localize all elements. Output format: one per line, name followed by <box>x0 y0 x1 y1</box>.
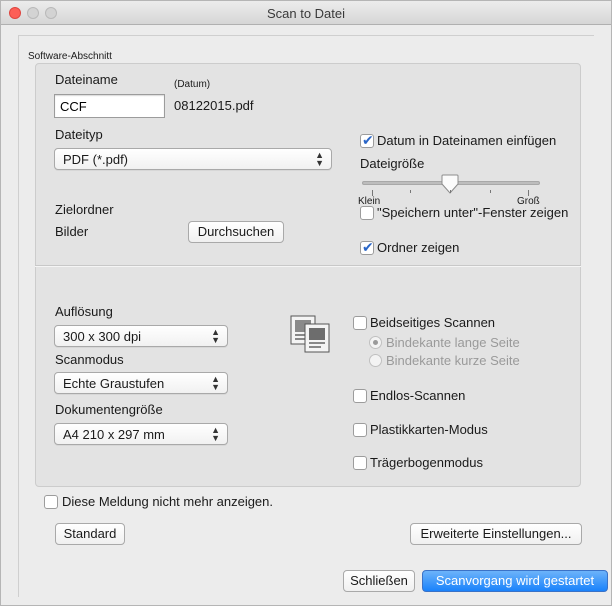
browse-button[interactable]: Durchsuchen <box>188 221 284 243</box>
plastic-card-label: Plastikkarten-Modus <box>370 422 488 437</box>
doc-size-label: Dokumentengröße <box>55 402 163 417</box>
destination-value: Bilder <box>55 224 89 239</box>
destination-label: Zielordner <box>55 202 114 217</box>
save-as-dialog-label: "Speichern unter"-Fenster zeigen <box>377 205 569 220</box>
save-as-dialog-checkbox[interactable] <box>360 206 374 220</box>
filetype-select[interactable]: PDF (*.pdf) ▲ ▼ <box>54 148 332 170</box>
scan-mode-select[interactable]: Echte Graustufen ▲ ▼ <box>54 372 228 394</box>
slider-tick <box>410 190 411 193</box>
advanced-settings-button[interactable]: Erweiterte Einstellungen... <box>410 523 582 545</box>
popup-arrows-icon: ▲ ▼ <box>211 374 220 392</box>
short-edge-radio[interactable] <box>369 354 382 367</box>
doc-size-select[interactable]: A4 210 x 297 mm ▲ ▼ <box>54 423 228 445</box>
filename-input[interactable] <box>54 94 165 118</box>
popup-arrows-icon: ▲ ▼ <box>211 425 220 443</box>
scan-mode-label: Scanmodus <box>55 352 124 367</box>
section-label: Software-Abschnitt <box>28 51 112 62</box>
doc-size-value: A4 210 x 297 mm <box>63 427 165 442</box>
filesize-label: Dateigröße <box>360 156 425 171</box>
carrier-sheet-label: Trägerbogenmodus <box>370 455 483 470</box>
date-hint-label: (Datum) <box>174 79 211 90</box>
filename-label: Dateiname <box>55 72 118 87</box>
dont-show-again-label: Diese Meldung nicht mehr anzeigen. <box>62 494 274 509</box>
continuous-scan-checkbox[interactable] <box>353 389 367 403</box>
slider-tick <box>490 190 491 193</box>
window-title: Scan to Datei <box>266 6 346 21</box>
duplex-label: Beidseitiges Scannen <box>370 315 496 330</box>
slider-tick <box>450 190 451 193</box>
show-folder-label: Ordner zeigen <box>377 240 460 255</box>
insert-date-checkbox[interactable] <box>360 132 374 149</box>
popup-arrows-icon: ▲ ▼ <box>315 150 324 168</box>
plastic-card-checkbox[interactable] <box>353 423 367 437</box>
short-edge-label: Bindekante kurze Seite <box>386 353 520 368</box>
close-button[interactable]: Schließen <box>343 570 415 592</box>
resolution-label: Auflösung <box>55 304 113 319</box>
long-edge-label: Bindekante lange Seite <box>386 335 520 350</box>
show-folder-checkbox[interactable] <box>360 239 374 256</box>
standard-button[interactable]: Standard <box>55 523 125 545</box>
duplex-checkbox[interactable] <box>353 316 367 330</box>
start-scan-button[interactable]: Scanvorgang wird gestartet <box>422 570 608 592</box>
long-edge-radio[interactable] <box>369 336 382 349</box>
filetype-label: Dateityp <box>55 127 103 142</box>
continuous-scan-label: Endlos-Scannen <box>370 388 466 403</box>
filetype-value: PDF (*.pdf) <box>63 152 129 167</box>
carrier-sheet-checkbox[interactable] <box>353 456 367 470</box>
date-value: 08122015.pdf <box>174 98 254 113</box>
duplex-pages-icon <box>290 315 330 353</box>
group-divider-highlight <box>35 266 581 267</box>
title-bar[interactable]: Scan to Datei <box>1 1 611 25</box>
dont-show-again-checkbox[interactable] <box>44 495 58 509</box>
resolution-select[interactable]: 300 x 300 dpi ▲ ▼ <box>54 325 228 347</box>
popup-arrows-icon: ▲ ▼ <box>211 327 220 345</box>
scan-mode-value: Echte Graustufen <box>63 376 165 391</box>
insert-date-label: Datum in Dateinamen einfügen <box>377 133 557 148</box>
resolution-value: 300 x 300 dpi <box>63 329 142 344</box>
